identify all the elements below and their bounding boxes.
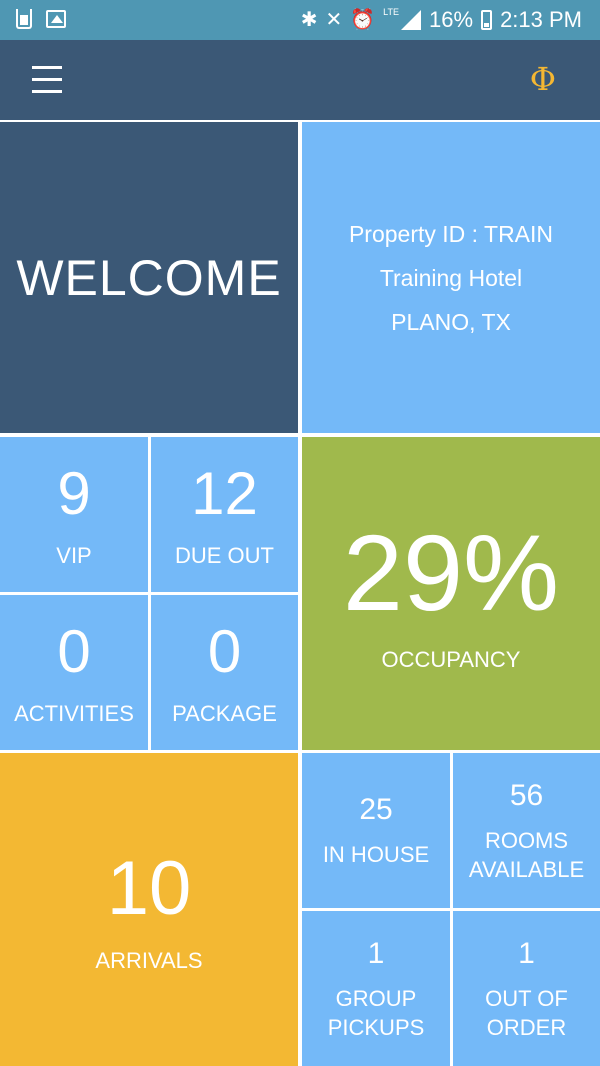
- property-id: Property ID : TRAIN: [348, 220, 554, 247]
- occupancy-label: OCCUPANCY: [381, 646, 521, 672]
- out-of-order-label-line1: OUT OF: [485, 985, 568, 1011]
- image-icon: [46, 10, 66, 28]
- vibrate-mute-icon: ✕: [325, 9, 343, 31]
- occupancy-value: 29%: [342, 511, 560, 633]
- alarm-icon: ⏰: [350, 9, 376, 31]
- due-out-label: DUE OUT: [175, 542, 274, 568]
- app-bar: Φ: [0, 40, 600, 120]
- property-location: PLANO, TX: [391, 308, 511, 335]
- in-house-label: IN HOUSE: [322, 842, 430, 867]
- package-count: 0: [207, 617, 242, 685]
- property-tile: Property ID : TRAIN Training Hotel PLANO…: [302, 122, 600, 433]
- group-pickups-label-line1: GROUP: [335, 985, 417, 1011]
- occupancy-tile[interactable]: 29% OCCUPANCY: [302, 437, 600, 750]
- arrivals-count: 10: [106, 845, 192, 931]
- due-out-tile[interactable]: 12 DUE OUT: [151, 437, 298, 592]
- arrivals-label: ARRIVALS: [95, 947, 203, 973]
- clock: 2:13 PM: [500, 7, 582, 32]
- cup-icon: [16, 9, 32, 29]
- in-house-tile[interactable]: 25 IN HOUSE: [302, 753, 450, 908]
- due-out-count: 12: [191, 459, 258, 527]
- group-pickups-tile[interactable]: 1 GROUP PICKUPS: [302, 911, 450, 1066]
- hamburger-menu-icon[interactable]: [32, 66, 62, 94]
- package-tile[interactable]: 0 PACKAGE: [151, 595, 298, 750]
- rooms-available-label: ROOMS AVAILABLE: [469, 826, 584, 884]
- activities-label: ACTIVITIES: [14, 700, 134, 726]
- out-of-order-label: OUT OF ORDER: [485, 984, 568, 1042]
- welcome-tile: WELCOME: [0, 122, 298, 433]
- out-of-order-tile[interactable]: 1 OUT OF ORDER: [453, 911, 600, 1066]
- battery-icon: [481, 10, 493, 30]
- vip-tile[interactable]: 9 VIP: [0, 437, 148, 592]
- welcome-title: WELCOME: [16, 249, 282, 306]
- logo-icon[interactable]: Φ: [530, 60, 556, 98]
- vip-count: 9: [57, 459, 91, 527]
- bluetooth-icon: ✱: [300, 9, 318, 31]
- out-of-order-label-line2: ORDER: [486, 1014, 567, 1040]
- rooms-available-label-line1: ROOMS: [484, 827, 569, 853]
- activities-tile[interactable]: 0 ACTIVITIES: [0, 595, 148, 750]
- group-pickups-label: GROUP PICKUPS: [328, 984, 425, 1042]
- battery-percent: 16%: [429, 7, 474, 32]
- vip-label: VIP: [56, 542, 92, 568]
- rooms-available-tile[interactable]: 56 ROOMS AVAILABLE: [453, 753, 600, 908]
- signal-icon: [401, 10, 422, 30]
- rooms-available-label-line2: AVAILABLE: [468, 856, 585, 882]
- in-house-count: 25: [359, 793, 393, 826]
- package-label: PACKAGE: [172, 700, 277, 726]
- group-pickups-label-line2: PICKUPS: [327, 1014, 425, 1040]
- out-of-order-count: 1: [518, 936, 535, 970]
- group-pickups-count: 1: [367, 936, 385, 970]
- rooms-available-count: 56: [509, 778, 544, 812]
- arrivals-tile[interactable]: 10 ARRIVALS: [0, 753, 298, 1066]
- activities-count: 0: [57, 617, 91, 685]
- status-bar: ✱ ✕ ⏰ LTE 16% 2:13 PM: [0, 0, 600, 40]
- network-type: LTE: [383, 7, 400, 17]
- property-name: Training Hotel: [379, 264, 523, 291]
